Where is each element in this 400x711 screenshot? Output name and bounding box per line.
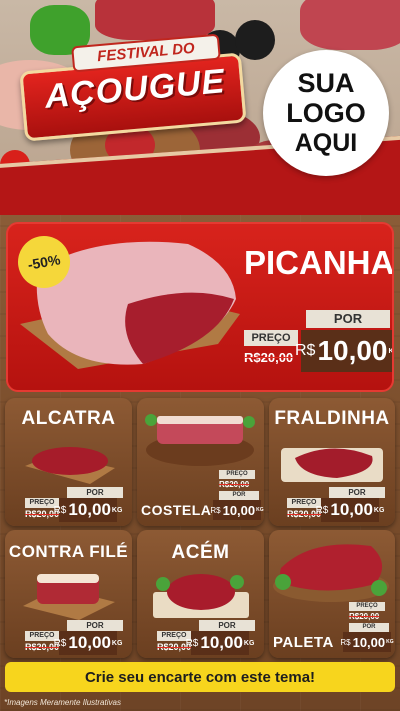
- currency: R$: [53, 504, 67, 516]
- product-name: PALETA: [273, 634, 334, 651]
- disclaimer-text: *Imagens Meramente Ilustrativas: [4, 698, 121, 707]
- old-price: R$20,00: [219, 480, 250, 489]
- currency: R$: [53, 637, 67, 649]
- product-name: ALCATRA: [21, 408, 116, 429]
- acem-image: [153, 574, 249, 618]
- product-name: ACÉM: [171, 542, 230, 563]
- logo-line-2: LOGO: [286, 98, 366, 128]
- price-tag: POR PREÇO R$20,00 R$ 10,00 KG: [157, 620, 262, 656]
- logo-line-1: SUA: [297, 68, 355, 98]
- old-price: R$20,00: [244, 350, 294, 365]
- currency: R$: [315, 504, 329, 516]
- cta-banner[interactable]: Crie seu encarte com este tema!: [5, 662, 395, 692]
- contra-file-image: [23, 574, 115, 620]
- unit: KG: [388, 347, 394, 355]
- price-value: 10,00: [68, 500, 111, 519]
- product-name: CONTRA FILÉ: [8, 542, 129, 561]
- product-card-acem: ACÉM POR PREÇO R$20,00 R$ 10,00 KG: [137, 530, 264, 658]
- price-value: 10,00: [200, 633, 243, 652]
- product-card-contra-file: CONTRA FILÉ POR PREÇO R$20,00 R$ 10,00 K…: [5, 530, 132, 658]
- por-label: POR: [349, 623, 389, 632]
- unit: KG: [256, 507, 264, 513]
- price-box: R$ 10,00 KG: [210, 500, 264, 520]
- price-box: R$ 10,00 KG: [54, 631, 122, 655]
- price-value: 10,00: [352, 634, 386, 650]
- por-label: POR: [329, 487, 385, 498]
- product-card-paleta: PALETA PREÇO R$20,00 POR R$ 10,00 KG: [269, 530, 395, 658]
- currency: R$: [294, 342, 316, 359]
- price-tag: POR PREÇO R$20,00 R$ 10,00 KG: [25, 620, 130, 656]
- product-card-costela: COSTELA PREÇO R$20,00 POR R$ 10,00 KG: [137, 398, 264, 526]
- preco-label: PREÇO: [349, 602, 385, 611]
- pepper-grinder-image: [235, 20, 275, 60]
- por-label: POR: [67, 487, 123, 498]
- meat-image: [95, 0, 215, 40]
- hero-card-picanha: -50% PICANHA POR PREÇO R$20,00 R$ 10,00 …: [6, 222, 394, 392]
- por-label: POR: [199, 620, 255, 631]
- logo-line-3: AQUI: [294, 129, 358, 157]
- hero-product-name: PICANHA: [244, 244, 394, 281]
- logo-placeholder: SUA LOGO AQUI: [263, 50, 389, 176]
- unit: KG: [243, 639, 255, 647]
- product-card-fraldinha: FRALDINHA POR PREÇO R$20,00 R$ 10,00 KG: [269, 398, 395, 526]
- unit: KG: [386, 639, 394, 645]
- product-name: FRALDINHA: [274, 408, 390, 429]
- product-card-alcatra: ALCATRA POR PREÇO R$20,00 R$ 10,00 KG: [5, 398, 132, 526]
- price-box: R$ 10,00 KG: [316, 498, 384, 522]
- price-value: 10,00: [68, 633, 111, 652]
- currency: R$: [340, 637, 351, 647]
- meat-image: [300, 0, 400, 50]
- por-label: POR: [67, 620, 123, 631]
- header-banner: FESTIVAL DO AÇOUGUE SUA LOGO AQUI: [0, 0, 400, 215]
- old-price: R$20,00: [349, 612, 380, 621]
- por-label: POR: [306, 310, 390, 328]
- price-box: R$ 10,00 KG: [340, 632, 394, 652]
- preco-label: PREÇO: [244, 330, 298, 346]
- preco-label: PREÇO: [219, 470, 255, 479]
- price-tag: POR PREÇO R$20,00 R$ 10,00 KG: [287, 487, 392, 523]
- price-tag: PREÇO R$20,00 POR R$ 10,00 KG: [340, 602, 394, 654]
- price-value: 10,00: [317, 335, 388, 366]
- price-value: 10,00: [222, 502, 256, 518]
- alcatra-image: [25, 447, 115, 484]
- price-box: R$ 10,00 KG: [54, 498, 122, 522]
- product-name: COSTELA: [141, 502, 212, 518]
- price-tag: PREÇO R$20,00 POR R$ 10,00 KG: [210, 470, 264, 522]
- costela-image: [145, 414, 255, 466]
- price-tag: POR PREÇO R$20,00 R$ 10,00 KG: [25, 487, 130, 523]
- price-box: R$ 10,00 KG: [295, 330, 394, 372]
- hero-price-tag: POR PREÇO R$20,00 R$ 10,00 KG: [244, 310, 394, 375]
- por-label: POR: [219, 491, 259, 500]
- currency: R$: [210, 505, 221, 515]
- unit: KG: [373, 506, 385, 514]
- price-value: 10,00: [330, 500, 373, 519]
- fraldinha-image: [281, 448, 383, 482]
- currency: R$: [185, 637, 199, 649]
- price-box: R$ 10,00 KG: [186, 631, 254, 655]
- unit: KG: [111, 506, 123, 514]
- unit: KG: [111, 639, 123, 647]
- paleta-image: [273, 544, 389, 602]
